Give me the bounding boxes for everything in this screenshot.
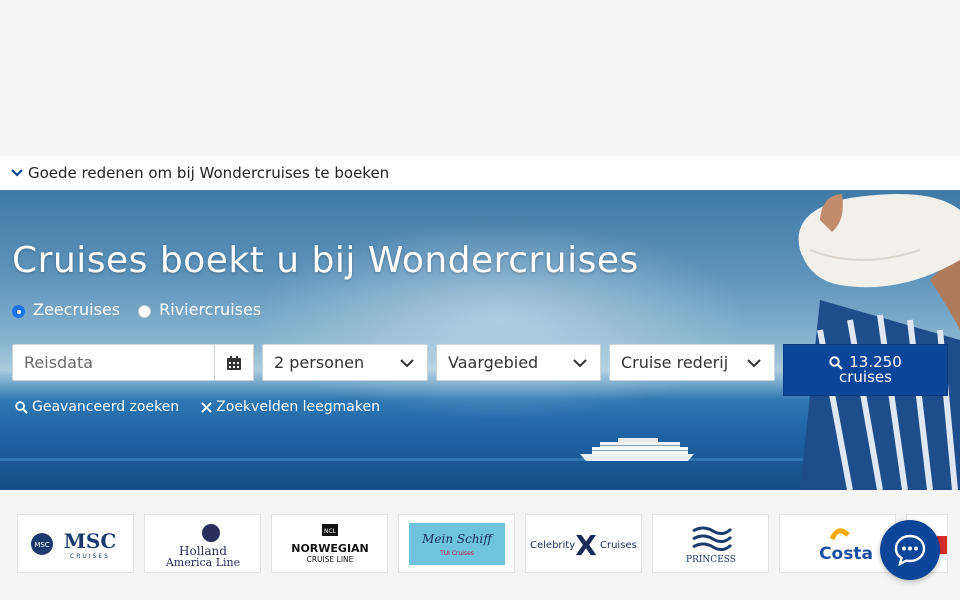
chevron-down-icon [747, 359, 761, 368]
radio-river-cruises[interactable]: Riviercruises [138, 300, 261, 319]
hero-title: Cruises boekt u bij Wondercruises [12, 240, 639, 281]
hero-section: Cruises boekt u bij Wondercruises Zeecru… [0, 190, 960, 490]
chat-bubble-icon [894, 534, 926, 567]
clear-fields-link[interactable]: Zoekvelden leegmaken [201, 399, 380, 415]
cruise-type-selector: Zeecruises Riviercruises [12, 300, 261, 319]
chevron-down-icon [11, 169, 23, 177]
svg-text:TUI Cruises: TUI Cruises [439, 550, 474, 557]
top-banner-area [0, 0, 960, 156]
search-links: Geavanceerd zoeken Zoekvelden leegmaken [15, 399, 380, 415]
search-icon [15, 400, 28, 414]
persons-select[interactable]: 2 personen [262, 344, 428, 381]
logo-norwegian[interactable]: NCL NORWEGIAN CRUISE LINE [271, 514, 388, 573]
svg-text:PRINCESS: PRINCESS [686, 555, 736, 565]
radio-sea-cruises[interactable]: Zeecruises [12, 300, 120, 319]
chat-button[interactable] [880, 520, 940, 580]
logo-princess[interactable]: PRINCESS [652, 514, 769, 573]
radio-checked-icon[interactable] [12, 305, 25, 318]
calendar-button[interactable] [214, 344, 254, 381]
svg-text:America Line: America Line [164, 556, 239, 569]
svg-text:X: X [575, 529, 597, 562]
cruise-line-logos: MSC MSC CRUISES Holland America Line NCL… [0, 490, 960, 600]
reasons-toggle[interactable]: Goede redenen om bij Wondercruises te bo… [0, 156, 960, 190]
radio-unchecked-icon[interactable] [138, 305, 152, 318]
logo-msc[interactable]: MSC MSC CRUISES [17, 514, 134, 573]
cruise-ship-image [580, 438, 694, 461]
advanced-search-link[interactable]: Geavanceerd zoeken [15, 399, 179, 415]
svg-text:MSC: MSC [34, 541, 49, 549]
svg-text:NCL: NCL [323, 528, 336, 535]
cruise-line-select[interactable]: Cruise rederij [609, 344, 775, 381]
chevron-down-icon [400, 359, 414, 368]
close-icon [201, 401, 212, 413]
svg-text:Mein Schiff: Mein Schiff [421, 532, 494, 546]
woman-with-hat-image [798, 194, 960, 490]
svg-text:CRUISES: CRUISES [70, 553, 110, 560]
svg-text:CRUISE LINE: CRUISE LINE [306, 555, 353, 564]
logo-costa[interactable]: Costa [779, 514, 896, 573]
logo-holland-america[interactable]: Holland America Line [144, 514, 261, 573]
region-select[interactable]: Vaargebied [436, 344, 601, 381]
svg-text:MSC: MSC [63, 529, 116, 553]
logo-celebrity[interactable]: Celebrity X Cruises [525, 514, 642, 573]
logo-mein-schiff[interactable]: Mein Schiff TUI Cruises [398, 514, 515, 573]
svg-text:NORWEGIAN: NORWEGIAN [291, 542, 369, 555]
svg-text:Costa: Costa [819, 544, 873, 564]
reasons-label: Goede redenen om bij Wondercruises te bo… [28, 164, 390, 182]
travel-dates-field[interactable]: Reisdata [12, 344, 215, 381]
calendar-icon [227, 355, 241, 370]
svg-text:Celebrity: Celebrity [530, 540, 575, 551]
svg-text:Cruises: Cruises [600, 540, 637, 551]
search-button[interactable]: 13.250 cruises [783, 344, 948, 396]
chevron-down-icon [573, 359, 587, 368]
